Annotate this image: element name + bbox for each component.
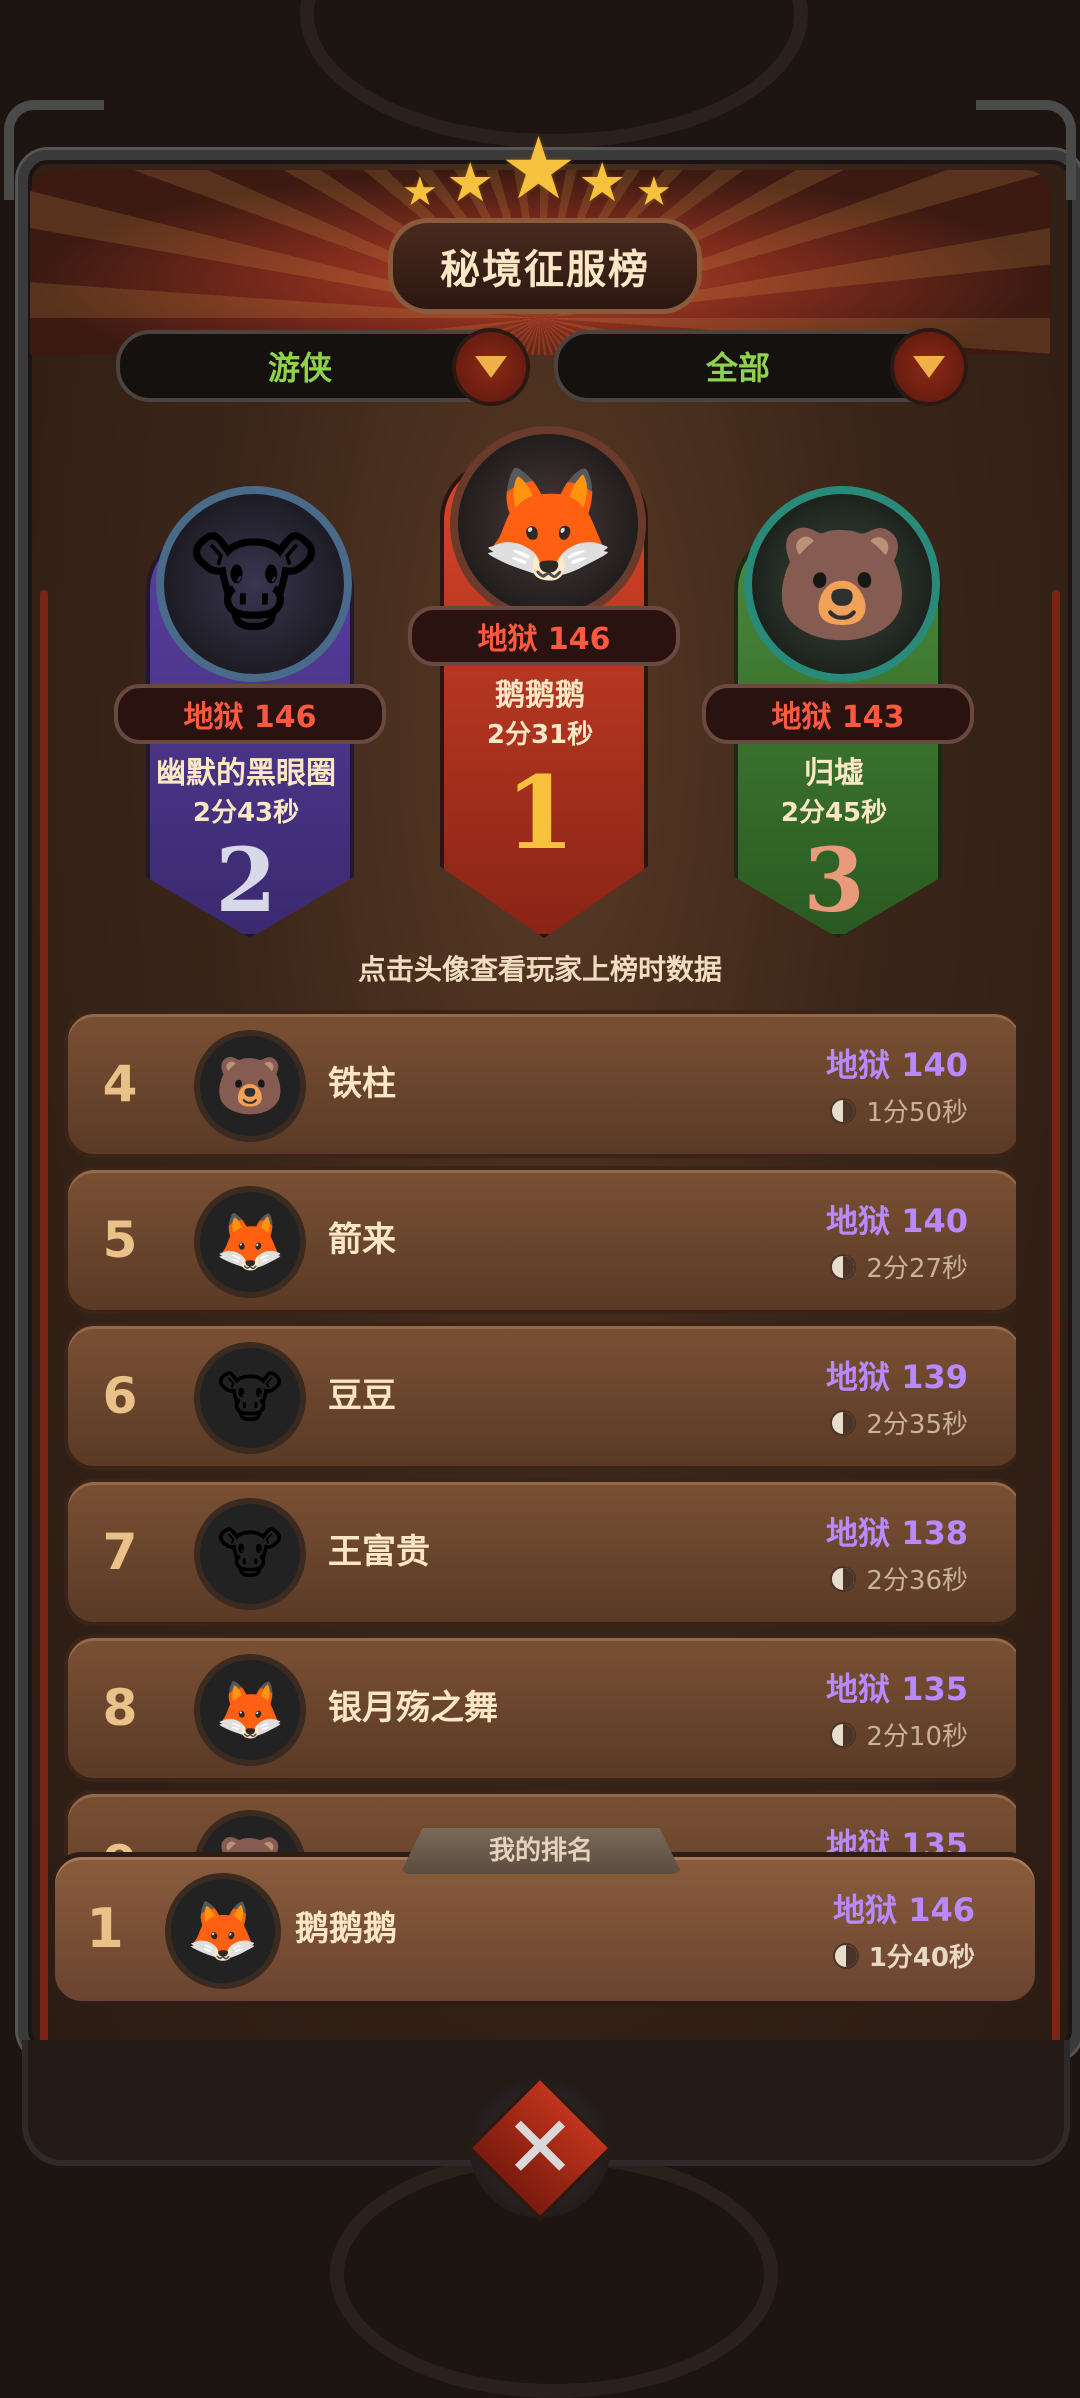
time-text: 2分27秒 xyxy=(830,1248,968,1285)
player-name: 豆豆 xyxy=(328,1376,396,1416)
frame-side-line xyxy=(1052,590,1060,2090)
podium-rank-number: 1 xyxy=(505,754,575,872)
avatar-fox[interactable]: 🦊 xyxy=(165,1873,281,1989)
avatar-fox[interactable]: 🦊 xyxy=(450,426,646,622)
avatar-fox[interactable]: 🦊 xyxy=(194,1186,306,1298)
podium-score: 地狱 146 xyxy=(408,606,680,666)
podium-first[interactable]: 🦊 地狱 146 鹅鹅鹅 2分31秒 1 xyxy=(408,420,680,940)
clock-icon xyxy=(830,1565,857,1592)
score-text: 地狱 139 xyxy=(826,1358,968,1396)
star-icon: ★ xyxy=(446,151,495,214)
class-filter-dropdown[interactable]: 游侠 xyxy=(116,328,530,406)
chevron-down-icon[interactable] xyxy=(890,328,968,406)
frame-side-line xyxy=(40,590,48,2090)
rank-number: 7 xyxy=(102,1523,138,1581)
player-name: 铁柱 xyxy=(328,1064,396,1104)
time-value: 2分10秒 xyxy=(866,1722,968,1752)
my-rank-row[interactable]: 1 🦊 鹅鹅鹅 地狱 146 1分40秒 xyxy=(50,1852,1040,2006)
list-item[interactable]: 5 🦊 箭来 地狱 140 2分27秒 xyxy=(64,1166,1016,1314)
time-value: 2分27秒 xyxy=(866,1254,968,1284)
time-text: 2分10秒 xyxy=(830,1716,968,1753)
my-time-text: 1分40秒 xyxy=(832,1937,975,1974)
avatar-bear[interactable]: 🐻 xyxy=(194,1030,306,1142)
podium-player-name: 鹅鹅鹅 xyxy=(495,678,585,713)
avatar-cow[interactable]: 🐮 xyxy=(156,486,352,682)
clock-icon xyxy=(830,1409,857,1436)
star-icon: ★ xyxy=(636,169,672,215)
podium-second[interactable]: 🐮 地狱 146 幽默的黑眼圈 2分43秒 2 xyxy=(114,470,386,940)
podium-player-name: 幽默的黑眼圈 xyxy=(156,756,336,791)
podium-time: 2分45秒 xyxy=(780,798,888,828)
avatar-cow[interactable]: 🐮 xyxy=(194,1498,306,1610)
rank-number: 6 xyxy=(102,1367,138,1425)
my-rank-number: 1 xyxy=(86,1897,124,1960)
podium-rank-number: 2 xyxy=(215,828,277,932)
class-filter-label: 游侠 xyxy=(267,349,332,387)
podium-score: 地狱 143 xyxy=(702,684,974,744)
page-title: 秘境征服榜 xyxy=(388,218,702,314)
player-name: 箭来 xyxy=(328,1220,396,1260)
star-icon: ★ xyxy=(402,169,438,215)
score-text: 地狱 138 xyxy=(826,1514,968,1552)
clock-icon xyxy=(832,1942,859,1969)
my-player-name: 鹅鹅鹅 xyxy=(295,1909,397,1949)
time-text: 2分35秒 xyxy=(830,1404,968,1441)
podium-time: 2分31秒 xyxy=(486,720,594,750)
my-score-text: 地狱 146 xyxy=(833,1891,975,1929)
leaderboard-screen: ★ ★ ★ ★ ★ 秘境征服榜 游侠 全部 🐮 地狱 146 幽默的黑眼圈 2分… xyxy=(0,0,1080,2398)
time-value: 2分35秒 xyxy=(866,1410,968,1440)
list-item[interactable]: 7 🐮 王富贵 地狱 138 2分36秒 xyxy=(64,1478,1016,1626)
list-item[interactable]: 6 🐮 豆豆 地狱 139 2分35秒 xyxy=(64,1322,1016,1470)
time-value: 1分50秒 xyxy=(866,1098,968,1128)
podium-player-name: 归墟 xyxy=(804,756,864,791)
podium-rank-number: 3 xyxy=(803,828,865,932)
time-value: 2分36秒 xyxy=(866,1566,968,1596)
star-icon: ★ xyxy=(578,151,627,214)
hint-text: 点击头像查看玩家上榜时数据 xyxy=(357,953,722,986)
podium-score: 地狱 146 xyxy=(114,684,386,744)
rank-number: 8 xyxy=(102,1679,138,1737)
scope-filter-dropdown[interactable]: 全部 xyxy=(554,328,968,406)
my-rank-tab: 我的排名 xyxy=(400,1828,682,1874)
clock-icon xyxy=(830,1253,857,1280)
scope-filter-label: 全部 xyxy=(705,349,770,387)
chevron-down-icon[interactable] xyxy=(452,328,530,406)
avatar-fox[interactable]: 🦊 xyxy=(194,1654,306,1766)
player-name: 王富贵 xyxy=(328,1532,430,1572)
score-text: 地狱 140 xyxy=(826,1046,968,1084)
rank-number: 4 xyxy=(102,1055,138,1113)
rank-number: 5 xyxy=(102,1211,138,1269)
time-text: 1分50秒 xyxy=(830,1092,968,1129)
clock-icon xyxy=(830,1721,857,1748)
list-item[interactable]: 4 🐻 铁柱 地狱 140 1分50秒 xyxy=(64,1010,1016,1158)
player-name: 银月殇之舞 xyxy=(328,1688,498,1728)
list-item[interactable]: 8 🦊 银月殇之舞 地狱 135 2分10秒 xyxy=(64,1634,1016,1782)
star-icon: ★ xyxy=(500,119,578,219)
my-time-value: 1分40秒 xyxy=(868,1943,975,1973)
score-text: 地狱 140 xyxy=(826,1202,968,1240)
podium-time: 2分43秒 xyxy=(192,798,300,828)
time-text: 2分36秒 xyxy=(830,1560,968,1597)
close-button[interactable]: ✕ xyxy=(466,2074,614,2222)
score-text: 地狱 135 xyxy=(826,1670,968,1708)
avatar-bear[interactable]: 🐻 xyxy=(744,486,940,682)
clock-icon xyxy=(830,1097,857,1124)
ranking-list[interactable]: 4 🐻 铁柱 地狱 140 1分50秒 5 🦊 箭来 地狱 140 2分27秒 … xyxy=(64,1010,1016,1865)
podium-third[interactable]: 🐻 地狱 143 归墟 2分45秒 3 xyxy=(702,470,974,940)
avatar-cow[interactable]: 🐮 xyxy=(194,1342,306,1454)
